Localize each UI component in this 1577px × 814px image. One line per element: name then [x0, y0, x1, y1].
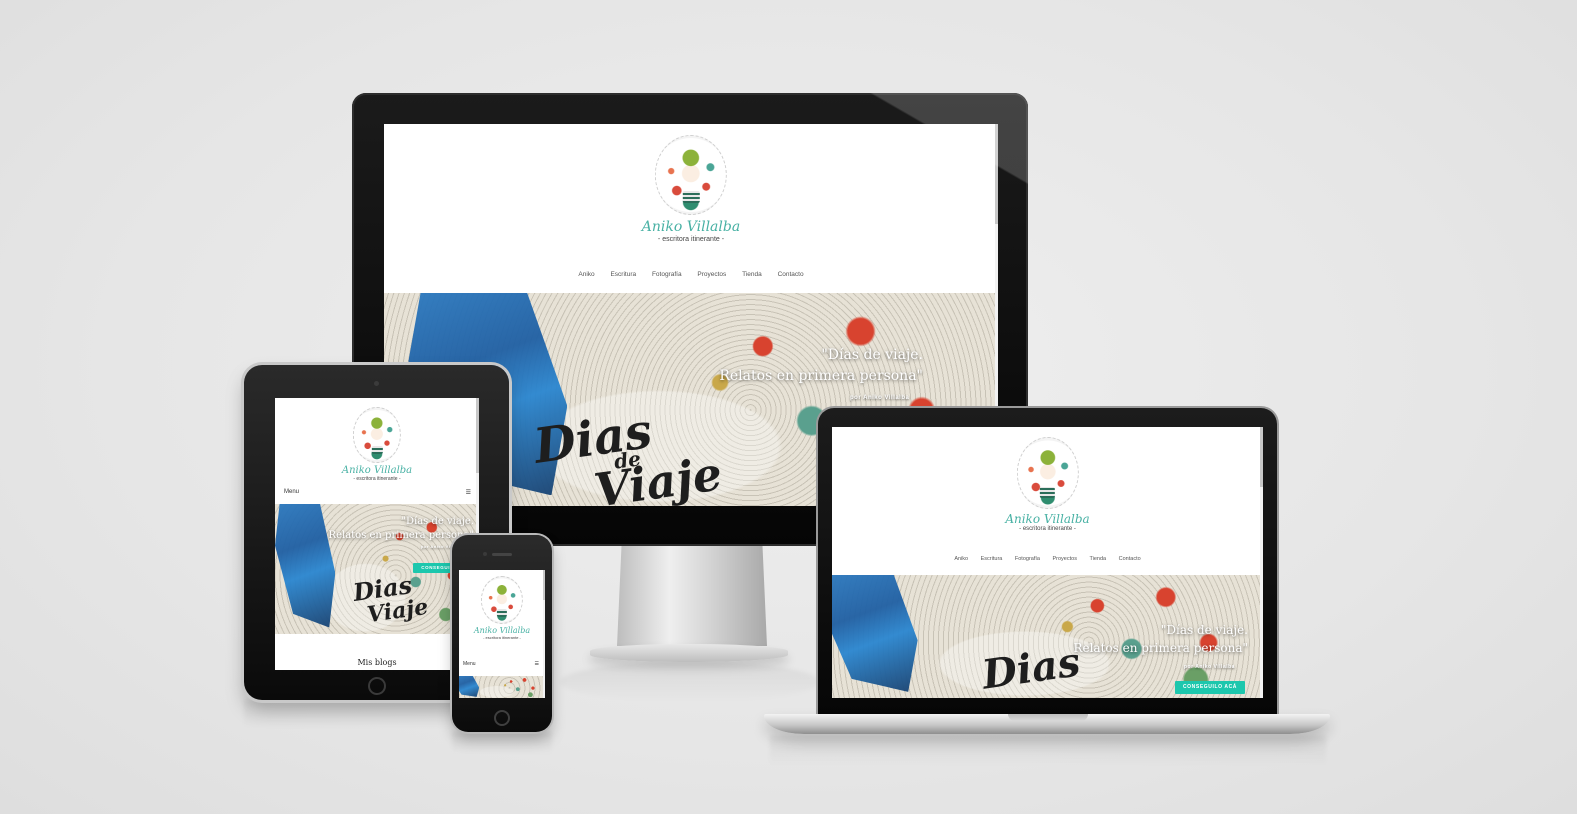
- main-nav: Aniko Escritura Fotografía Proyectos Tie…: [384, 271, 998, 278]
- hero-quote: "Días de viaje. Relatos en primera perso…: [719, 345, 923, 387]
- hero-quote-line2: Relatos en primera persona": [719, 368, 923, 384]
- tablet-site: Aniko Villalba - escritora itinerante - …: [275, 398, 479, 670]
- phone-brand-name: Aniko Villalba: [473, 626, 531, 635]
- hamburger-icon[interactable]: ☰: [466, 489, 471, 496]
- phone-logo-illustration-icon: [480, 576, 523, 624]
- phone-menu-bar[interactable]: Menu ☰: [459, 661, 545, 667]
- laptop-scrollbar-thumb[interactable]: [1260, 427, 1263, 487]
- tablet-paper-boat-image: [275, 504, 336, 628]
- phone-hamburger-icon[interactable]: ☰: [535, 661, 539, 667]
- tablet-hero-quote-line1: "Días de viaje.: [401, 516, 474, 527]
- laptop-hero-banner: Dias "Días de viaje. Relatos en primera …: [832, 575, 1260, 698]
- laptop-device: Aniko Villalba - escritora itinerante - …: [818, 408, 1277, 716]
- laptop-paper-boat-image: [832, 575, 918, 692]
- laptop-logo-illustration-icon: [1016, 437, 1079, 509]
- imac-stand-neck: [617, 546, 767, 646]
- phone-device: Aniko Villalba - escritora itinerante - …: [452, 535, 552, 732]
- laptop-brand-tagline: - escritora itinerante -: [1019, 526, 1076, 532]
- brand-tagline: - escritora itinerante -: [657, 236, 725, 243]
- hero-quote-line1: "Días de viaje.: [821, 347, 923, 363]
- laptop-nav-item-contacto[interactable]: Contacto: [1119, 556, 1141, 562]
- phone-site-logo[interactable]: Aniko Villalba - escritora itinerante -: [474, 576, 530, 640]
- phone-scrollbar[interactable]: [543, 570, 545, 698]
- tablet-scrollbar-thumb[interactable]: [476, 398, 479, 473]
- laptop-hero-scribble-dias: Dias: [979, 638, 1084, 698]
- nav-item-contacto[interactable]: Contacto: [778, 271, 804, 278]
- tablet-brand-tagline: - escritora itinerante -: [353, 476, 401, 482]
- tablet-hero-banner: Dias Viaje "Días de viaje. Relatos en pr…: [275, 504, 476, 634]
- scrollbar-thumb[interactable]: [995, 124, 998, 224]
- phone-menu-label[interactable]: Menu: [463, 661, 476, 667]
- phone-scrollbar-thumb[interactable]: [543, 570, 545, 600]
- laptop-nav-item-proyectos[interactable]: Proyectos: [1052, 556, 1076, 562]
- phone-home-button[interactable]: [494, 710, 510, 726]
- tablet-logo-illustration-icon: [352, 407, 401, 463]
- laptop-scrollbar[interactable]: [1260, 427, 1263, 698]
- tablet-hero-quote-line2: Relatos en primera persona": [328, 530, 474, 541]
- tablet-hero-quote: "Días de viaje. Relatos en primera perso…: [329, 515, 474, 543]
- tablet-site-logo[interactable]: Aniko Villalba - escritora itinerante -: [342, 407, 412, 482]
- laptop-nav-item-aniko[interactable]: Aniko: [954, 556, 968, 562]
- laptop-hero-quote: "Días de viaje. Relatos en primera perso…: [1073, 621, 1248, 657]
- phone-site: Aniko Villalba - escritora itinerante - …: [459, 570, 545, 698]
- tablet-brand-name: Aniko Villalba: [341, 465, 413, 476]
- nav-item-fotografia[interactable]: Fotografía: [652, 271, 682, 278]
- laptop-hero-byline: por Aniko Villalba: [1184, 664, 1235, 670]
- tablet-section-title: Mis blogs: [357, 658, 397, 667]
- laptop-main-nav: Aniko Escritura Fotografía Proyectos Tie…: [832, 556, 1263, 562]
- laptop-nav-item-fotografia[interactable]: Fotografía: [1015, 556, 1040, 562]
- nav-item-proyectos[interactable]: Proyectos: [697, 271, 726, 278]
- phone-front-camera-icon: [483, 552, 487, 556]
- site-logo[interactable]: Aniko Villalba - escritora itinerante -: [642, 135, 740, 243]
- imac-stand-foot: [590, 644, 788, 662]
- laptop-brand-name: Aniko Villalba: [1005, 512, 1090, 526]
- tablet-menu-bar[interactable]: Menu ☰: [275, 489, 479, 496]
- laptop-opening-notch: [1008, 714, 1088, 721]
- tablet-camera-icon: [374, 381, 379, 386]
- nav-item-tienda[interactable]: Tienda: [742, 271, 762, 278]
- tablet-home-button[interactable]: [368, 677, 386, 695]
- brand-name: Aniko Villalba: [641, 219, 741, 235]
- laptop-site: Aniko Villalba - escritora itinerante - …: [832, 427, 1263, 698]
- logo-illustration-icon: [655, 135, 727, 215]
- phone-speaker: [492, 553, 512, 556]
- hero-byline: por Aniko Villalba: [850, 395, 910, 401]
- nav-item-aniko[interactable]: Aniko: [578, 271, 594, 278]
- phone-hero-banner: [459, 676, 543, 698]
- tablet-menu-label[interactable]: Menu: [284, 489, 299, 495]
- phone-paper-boat-image: [459, 676, 480, 697]
- nav-item-escritura[interactable]: Escritura: [610, 271, 636, 278]
- laptop-nav-item-tienda[interactable]: Tienda: [1089, 556, 1106, 562]
- laptop-hero-quote-line2: Relatos en primera persona": [1073, 641, 1248, 655]
- laptop-nav-item-escritura[interactable]: Escritura: [981, 556, 1003, 562]
- laptop-site-logo[interactable]: Aniko Villalba - escritora itinerante -: [1005, 437, 1090, 532]
- laptop-hero-quote-line1: "Días de viaje.: [1160, 623, 1248, 637]
- laptop-cta-button[interactable]: CONSEGUILO ACÁ: [1175, 681, 1245, 694]
- phone-brand-tagline: - escritora itinerante -: [483, 635, 521, 640]
